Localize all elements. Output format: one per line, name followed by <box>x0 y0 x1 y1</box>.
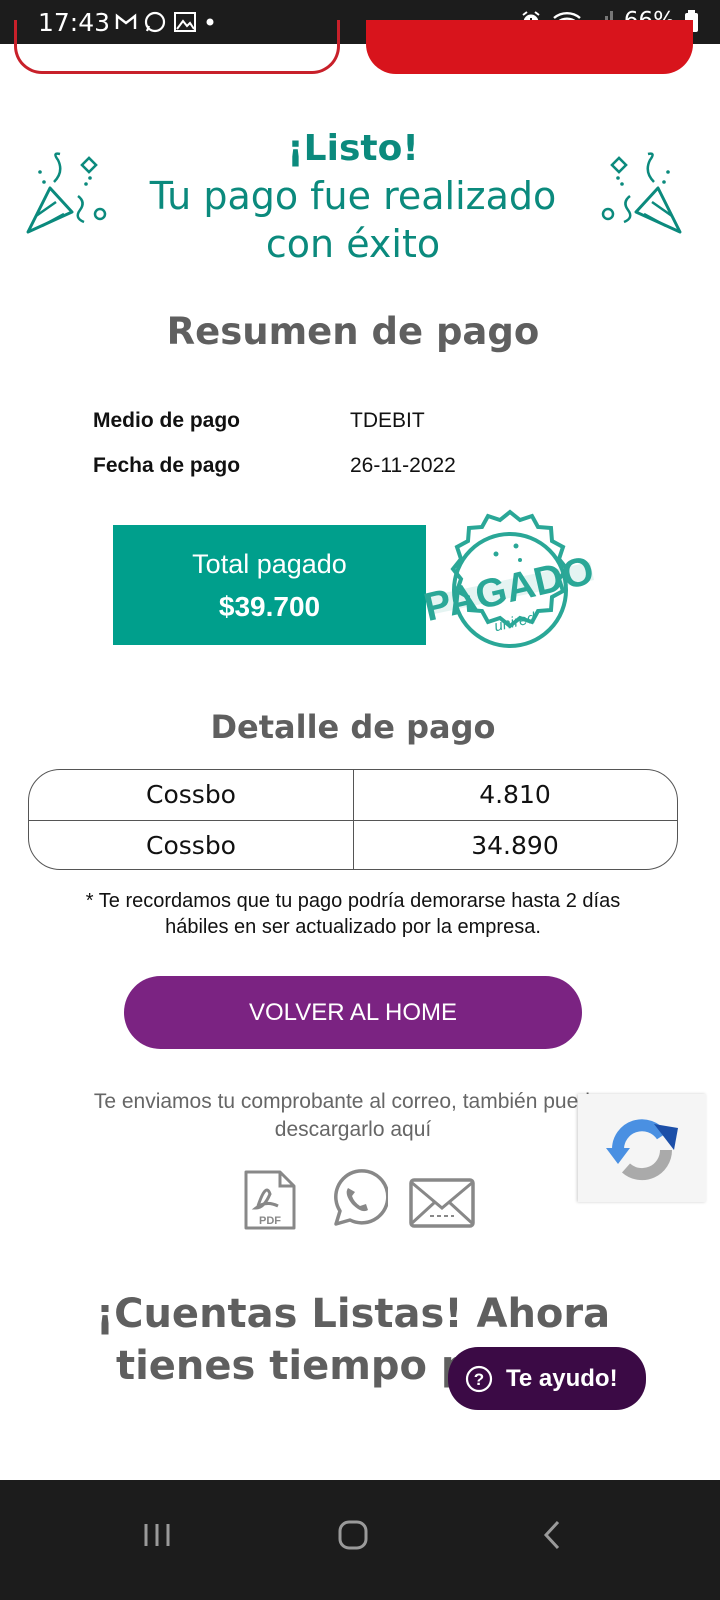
paid-stamp: PAGADO unired <box>424 509 596 648</box>
detail-name-cell: Cossbo <box>146 831 236 860</box>
detail-table: Cossbo 4.810 Cossbo 34.890 <box>28 769 678 870</box>
detail-amount-cell: 4.810 <box>479 780 551 809</box>
party-popper-right-icon <box>601 152 682 234</box>
svg-text:PDF: PDF <box>259 1215 281 1227</box>
detail-title: Detalle de pago <box>210 708 496 746</box>
system-navigation-bar <box>0 1480 720 1600</box>
payment-date-value: 26-11-2022 <box>350 454 456 477</box>
recaptcha-icon <box>606 1119 678 1181</box>
processing-note: * Te recordamos que tu pago podría demor… <box>85 890 621 938</box>
payment-date-label: Fecha de pago <box>93 454 241 477</box>
table-row-divider <box>29 820 677 821</box>
mail-icon[interactable] <box>408 1168 476 1230</box>
recent-apps-icon[interactable] <box>140 1518 174 1552</box>
pdf-icon[interactable]: PDF <box>242 1168 298 1232</box>
summary-title: Resumen de pago <box>166 310 540 353</box>
help-chat-label: Te ayudo! <box>506 1365 618 1392</box>
payment-method-label: Medio de pago <box>93 409 240 432</box>
top-primary-button[interactable] <box>366 20 693 74</box>
svg-text:?: ? <box>474 1370 484 1389</box>
party-popper-left-icon <box>26 152 107 234</box>
recaptcha-badge[interactable] <box>578 1094 706 1202</box>
total-paid-box: Total pagado $39.700 <box>113 525 426 645</box>
back-home-button[interactable]: VOLVER AL HOME <box>124 976 582 1049</box>
whatsapp-icon[interactable] <box>326 1168 388 1230</box>
detail-name-cell: Cossbo <box>146 780 236 809</box>
receipt-email-note: Te enviamos tu comprobante al correo, ta… <box>93 1090 613 1141</box>
detail-amount-cell: 34.890 <box>471 831 559 860</box>
total-paid-amount: $39.700 <box>218 591 321 622</box>
back-nav-icon[interactable] <box>538 1518 568 1552</box>
home-nav-icon[interactable] <box>336 1518 372 1554</box>
payment-method-value: TDEBIT <box>350 409 425 432</box>
help-chat-button[interactable]: ? Te ayudo! <box>448 1347 646 1410</box>
top-outline-button[interactable] <box>14 20 340 74</box>
question-icon: ? <box>465 1365 493 1393</box>
total-paid-label: Total pagado <box>192 549 347 579</box>
success-message: Tu pago fue realizado con éxito <box>149 174 557 266</box>
